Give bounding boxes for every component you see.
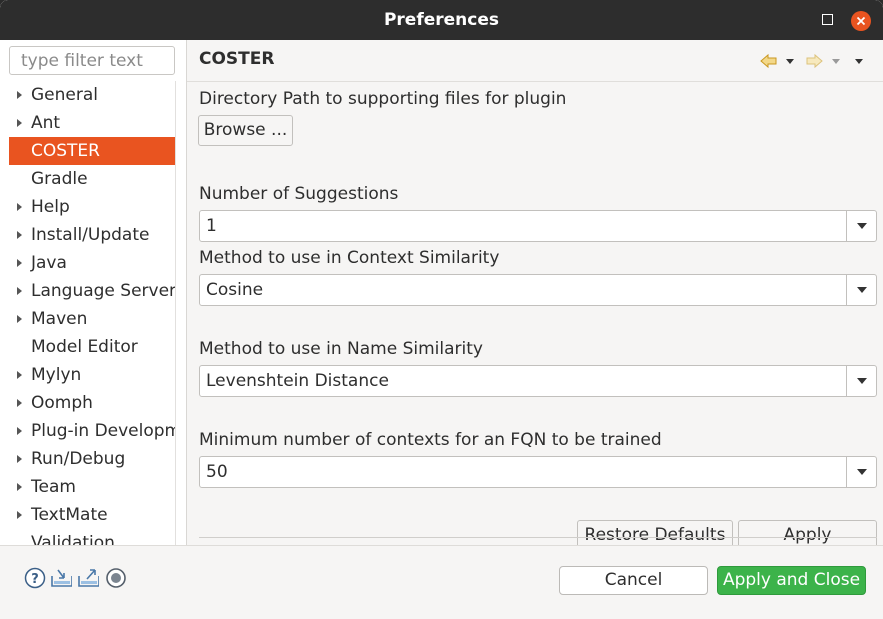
export-icon[interactable] <box>77 567 99 589</box>
directory-path-label: Directory Path to supporting files for p… <box>199 89 567 109</box>
back-arrow-icon[interactable] <box>760 52 778 70</box>
oomph-record-icon[interactable] <box>105 567 127 589</box>
tree-item-label: Ant <box>31 113 61 133</box>
dialog-footer: ? Cancel Apply and Close <box>0 545 883 619</box>
suggestions-label: Number of Suggestions <box>199 184 399 204</box>
name-similarity-value: Levenshtein Distance <box>206 371 389 391</box>
restore-defaults-button[interactable]: Restore Defaults <box>577 520 733 545</box>
view-menu-icon[interactable] <box>853 52 865 70</box>
expand-arrow-icon[interactable] <box>17 371 22 379</box>
expand-arrow-icon[interactable] <box>17 287 22 295</box>
tree-scrollbar[interactable] <box>175 81 186 545</box>
tree-item[interactable]: Validation <box>9 529 175 545</box>
tree-item[interactable]: Run/Debug <box>9 445 175 473</box>
context-similarity-label: Method to use in Context Similarity <box>199 248 500 268</box>
close-button[interactable] <box>851 11 871 31</box>
chevron-down-icon <box>857 469 867 475</box>
filter-input[interactable] <box>9 46 175 75</box>
chevron-down-icon <box>857 223 867 229</box>
tree-item[interactable]: Team <box>9 473 175 501</box>
page-bottom-separator <box>199 537 877 538</box>
tree-item[interactable]: Oomph <box>9 389 175 417</box>
tree-item-label: Language Servers <box>31 281 175 301</box>
suggestions-combo[interactable]: 1 <box>199 210 877 242</box>
tree-item-label: Mylyn <box>31 365 82 385</box>
tree-item[interactable]: Language Servers <box>9 277 175 305</box>
tree-item[interactable]: Gradle <box>9 165 175 193</box>
tree-item[interactable]: Ant <box>9 109 175 137</box>
tree-item[interactable]: Install/Update <box>9 221 175 249</box>
window-title: Preferences <box>383 10 500 30</box>
expand-arrow-icon[interactable] <box>17 455 22 463</box>
name-similarity-combo[interactable]: Levenshtein Distance <box>199 365 877 397</box>
tree-item[interactable]: TextMate <box>9 501 175 529</box>
back-history-dropdown-icon[interactable] <box>784 52 796 70</box>
tree-item-label: Gradle <box>31 169 88 189</box>
min-contexts-dropdown-button[interactable] <box>846 457 876 487</box>
tree-item[interactable]: Model Editor <box>9 333 175 361</box>
tree-item[interactable]: Java <box>9 249 175 277</box>
tree-item-label: Validation <box>31 533 115 545</box>
expand-arrow-icon[interactable] <box>17 231 22 239</box>
expand-arrow-icon[interactable] <box>17 511 22 519</box>
tree-item-label: General <box>31 85 98 105</box>
forward-arrow-icon[interactable] <box>805 52 823 70</box>
tree-item[interactable]: Maven <box>9 305 175 333</box>
chevron-down-icon <box>857 378 867 384</box>
title-bar: Preferences <box>0 0 883 40</box>
context-similarity-dropdown-button[interactable] <box>846 275 876 305</box>
svg-text:?: ? <box>31 572 39 587</box>
tree-item[interactable]: Plug-in Development <box>9 417 175 445</box>
tree-item-label: Model Editor <box>31 337 138 357</box>
expand-arrow-icon[interactable] <box>17 91 22 99</box>
chevron-down-icon <box>857 287 867 293</box>
tree-item[interactable]: COSTER <box>9 137 175 165</box>
tree-item-label: TextMate <box>31 505 108 525</box>
tree-item[interactable]: Mylyn <box>9 361 175 389</box>
tree-item-label: COSTER <box>31 141 100 161</box>
help-icon[interactable]: ? <box>24 567 46 589</box>
preference-page: COSTER Directory Path to supporting file… <box>187 40 883 545</box>
apply-and-close-button[interactable]: Apply and Close <box>717 566 866 595</box>
context-similarity-combo[interactable]: Cosine <box>199 274 877 306</box>
import-icon[interactable] <box>50 567 72 589</box>
min-contexts-combo[interactable]: 50 <box>199 456 877 488</box>
tree-item-label: Team <box>31 477 76 497</box>
close-icon <box>856 16 866 26</box>
suggestions-dropdown-button[interactable] <box>846 211 876 241</box>
expand-arrow-icon[interactable] <box>17 203 22 211</box>
tree-item[interactable]: Help <box>9 193 175 221</box>
forward-history-dropdown-icon[interactable] <box>830 52 842 70</box>
page-header: COSTER <box>187 40 883 82</box>
preference-tree: General Ant COSTER Gradle Help Install/Update… <box>9 81 175 545</box>
context-similarity-value: Cosine <box>206 280 264 300</box>
expand-arrow-icon[interactable] <box>17 119 22 127</box>
tree-item-label: Oomph <box>31 393 93 413</box>
tree-item[interactable]: General <box>9 81 175 109</box>
tree-item-label: Plug-in Development <box>31 421 175 441</box>
maximize-button[interactable] <box>822 14 833 25</box>
min-contexts-label: Minimum number of contexts for an FQN to… <box>199 430 662 450</box>
tree-item-label: Install/Update <box>31 225 150 245</box>
expand-arrow-icon[interactable] <box>17 399 22 407</box>
expand-arrow-icon[interactable] <box>17 259 22 267</box>
apply-button[interactable]: Apply <box>738 520 877 545</box>
cancel-button[interactable]: Cancel <box>559 566 708 595</box>
expand-arrow-icon[interactable] <box>17 315 22 323</box>
browse-button[interactable]: Browse ... <box>198 115 293 146</box>
suggestions-value: 1 <box>206 216 217 236</box>
preference-tree-pane: General Ant COSTER Gradle Help Install/Update… <box>0 40 186 545</box>
name-similarity-dropdown-button[interactable] <box>846 366 876 396</box>
page-title: COSTER <box>199 49 275 69</box>
tree-item-label: Help <box>31 197 70 217</box>
tree-item-label: Java <box>31 253 67 273</box>
expand-arrow-icon[interactable] <box>17 483 22 491</box>
preferences-window: Preferences General Ant COSTER Gradle Help In… <box>0 0 883 619</box>
tree-item-label: Run/Debug <box>31 449 126 469</box>
expand-arrow-icon[interactable] <box>17 427 22 435</box>
name-similarity-label: Method to use in Name Similarity <box>199 339 483 359</box>
tree-item-label: Maven <box>31 309 88 329</box>
min-contexts-value: 50 <box>206 462 228 482</box>
